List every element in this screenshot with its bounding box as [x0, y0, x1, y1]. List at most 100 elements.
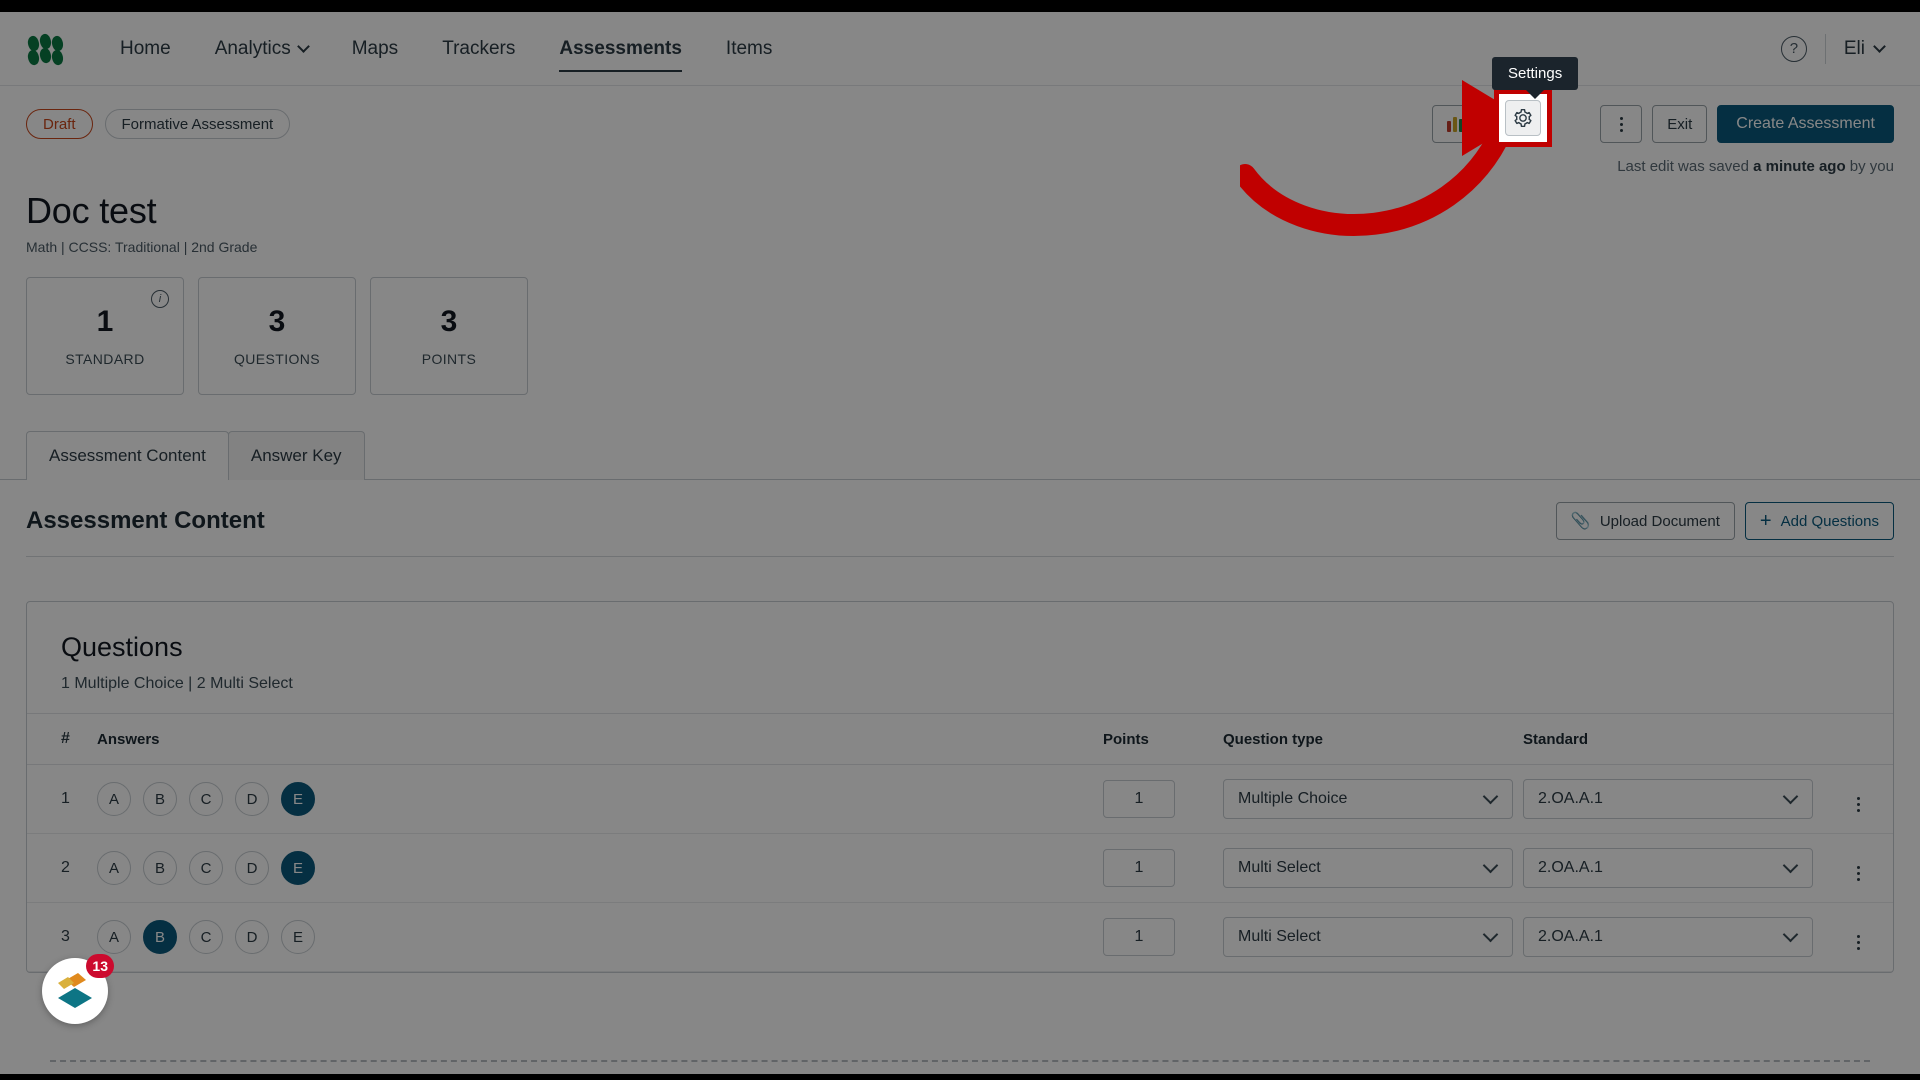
chevron-down-icon	[1873, 40, 1886, 53]
settings-gear-button[interactable]	[1505, 100, 1541, 136]
standard-select[interactable]: 2.OA.A.1	[1523, 917, 1813, 957]
support-widget[interactable]: 13	[42, 954, 114, 1024]
answer-bubbles: A B C D E	[97, 833, 1103, 903]
navbar-divider	[1824, 33, 1826, 64]
clustered-leaves-logo[interactable]	[25, 32, 66, 66]
nav-item-assessments[interactable]: Assessments	[537, 12, 704, 86]
answer-bubble-d[interactable]: D	[235, 851, 269, 885]
tab-label: Answer Key	[250, 446, 342, 465]
nav-label: Items	[725, 37, 773, 59]
help-icon[interactable]: ?	[1780, 35, 1807, 62]
answer-bubble-e[interactable]: E	[281, 920, 315, 954]
standard-value: 2.OA.A.1	[1538, 790, 1603, 807]
question-type-select[interactable]: Multi Select	[1223, 848, 1513, 888]
info-glyph: i	[158, 293, 162, 305]
user-menu[interactable]: Eli	[1843, 37, 1886, 60]
create-label: Create Assessment	[1736, 115, 1875, 132]
tab-label: Assessment Content	[49, 446, 206, 465]
chevron-down-icon	[1782, 857, 1799, 874]
row-kebab-menu-icon[interactable]	[1856, 865, 1860, 881]
points-input[interactable]: 1	[1103, 780, 1175, 818]
stat-card-standard: i 1 STANDARD	[26, 277, 184, 395]
standard-cell: 2.OA.A.1	[1523, 764, 1823, 834]
questions-card-header: Questions 1 Multiple Choice | 2 Multi Se…	[27, 602, 1893, 713]
question-type-cell: Multiple Choice	[1223, 764, 1523, 834]
question-type-value: Multi Select	[1238, 859, 1321, 876]
standard-cell: 2.OA.A.1	[1523, 833, 1823, 903]
answer-bubble-c[interactable]: C	[189, 782, 223, 816]
more-options-button[interactable]	[1600, 105, 1643, 143]
answer-bubble-c[interactable]: C	[189, 851, 223, 885]
nav-item-analytics[interactable]: Analytics	[193, 12, 330, 86]
section-divider	[26, 556, 1894, 557]
question-type-cell: Multi Select	[1223, 902, 1523, 972]
drop-zone-divider	[50, 1060, 1870, 1062]
help-glyph: ?	[1789, 40, 1799, 57]
answer-bubble-a[interactable]: A	[97, 782, 131, 816]
column-header-question-type: Question type	[1223, 713, 1523, 765]
kebab-menu-icon	[1619, 116, 1623, 132]
row-kebab-menu-icon[interactable]	[1856, 796, 1860, 812]
page-title: Doc test	[26, 190, 157, 231]
create-assessment-button[interactable]: Create Assessment	[1717, 105, 1894, 143]
answer-bubble-c[interactable]: C	[189, 920, 223, 954]
answer-bubble-b[interactable]: B	[143, 782, 177, 816]
questions-title: Questions	[61, 632, 183, 662]
question-type-select[interactable]: Multi Select	[1223, 917, 1513, 957]
answer-bubble-d[interactable]: D	[235, 782, 269, 816]
points-cell: 1	[1103, 902, 1223, 972]
answer-bubble-a[interactable]: A	[97, 851, 131, 885]
answer-bubble-d[interactable]: D	[235, 920, 269, 954]
standard-select[interactable]: 2.OA.A.1	[1523, 848, 1813, 888]
section-title: Assessment Content	[26, 507, 265, 534]
nav-item-trackers[interactable]: Trackers	[420, 12, 537, 86]
points-input[interactable]: 1	[1103, 849, 1175, 887]
chevron-down-icon	[1782, 926, 1799, 943]
row-number: 1	[27, 764, 97, 834]
add-questions-button[interactable]: + Add Questions	[1744, 502, 1894, 540]
answer-bubble-e[interactable]: E	[281, 782, 315, 816]
stat-value: 3	[268, 305, 286, 338]
standard-select[interactable]: 2.OA.A.1	[1523, 779, 1813, 819]
row-actions-cell	[1823, 833, 1893, 903]
assessment-title-block: Doc test Math | CCSS: Traditional | 2nd …	[0, 162, 1920, 255]
stat-value: 1	[96, 305, 114, 338]
chevron-down-icon	[1482, 788, 1499, 805]
upload-label: Upload Document	[1599, 512, 1720, 530]
nav-item-items[interactable]: Items	[704, 12, 794, 86]
points-input[interactable]: 1	[1103, 918, 1175, 956]
content-tabs: Assessment Content Answer Key	[0, 395, 1920, 481]
nav-item-home[interactable]: Home	[98, 12, 193, 86]
chevron-down-icon	[1482, 926, 1499, 943]
row-kebab-menu-icon[interactable]	[1856, 934, 1860, 950]
answer-bubble-a[interactable]: A	[97, 920, 131, 954]
stat-card-points: 3 POINTS	[370, 277, 528, 395]
chevron-down-icon	[296, 40, 310, 53]
exit-label: Exit	[1667, 115, 1693, 133]
settings-tooltip: Settings	[1492, 57, 1579, 90]
primary-nav: Home Analytics Maps Trackers Assessments…	[98, 12, 794, 86]
question-type-value: Multi Select	[1238, 928, 1321, 945]
answer-bubble-b[interactable]: B	[143, 851, 177, 885]
standard-value: 2.OA.A.1	[1538, 859, 1603, 876]
table-row: 1 A B C D E 1 Multiple Choice 2.OA.A.1	[27, 764, 1893, 834]
info-icon[interactable]: i	[151, 290, 169, 308]
user-name: Eli	[1843, 37, 1865, 59]
plus-icon: +	[1759, 510, 1772, 532]
saved-prefix: Last edit was saved	[1617, 158, 1754, 175]
tab-answer-key[interactable]: Answer Key	[227, 431, 365, 480]
nav-item-maps[interactable]: Maps	[330, 12, 420, 86]
upload-document-button[interactable]: 📎 Upload Document	[1555, 502, 1735, 540]
column-header-standard: Standard	[1523, 713, 1823, 765]
exit-button[interactable]: Exit	[1652, 105, 1708, 143]
answer-bubble-b[interactable]: B	[143, 920, 177, 954]
chevron-down-icon	[1482, 857, 1499, 874]
assessment-action-bar: Draft Formative Assessment Scoring Exit …	[0, 86, 1920, 175]
question-type-select[interactable]: Multiple Choice	[1223, 779, 1513, 819]
answer-bubble-e[interactable]: E	[281, 851, 315, 885]
summary-stats: i 1 STANDARD 3 QUESTIONS 3 POINTS	[0, 255, 1920, 395]
chevron-down-icon	[1782, 788, 1799, 805]
tab-assessment-content[interactable]: Assessment Content	[26, 431, 229, 481]
row-number: 2	[27, 833, 97, 903]
table-header-row: # Answers Points Question type Standard	[27, 713, 1893, 765]
